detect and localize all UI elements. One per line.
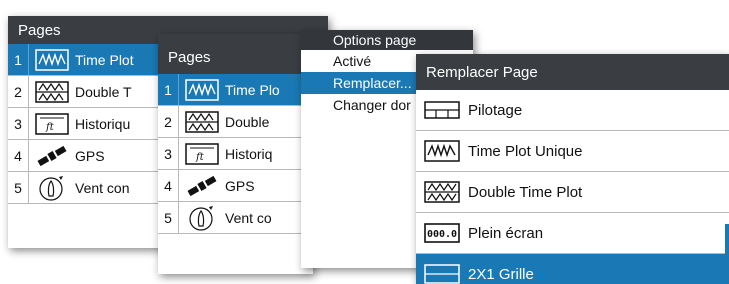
double-time-plot-icon	[179, 106, 225, 137]
item-label: Historiqu	[75, 115, 131, 132]
pages-list-item-2[interactable]: 2 Double	[158, 106, 313, 138]
time-plot-icon	[29, 44, 75, 75]
replace-item-grid-2x1[interactable]: 2X1 Grille	[416, 254, 729, 284]
item-label: Pilotage	[468, 101, 523, 119]
item-label: Double T	[75, 83, 132, 100]
svg-text:ft: ft	[195, 152, 205, 163]
wind-boat-icon	[29, 172, 75, 203]
satellite-icon	[29, 140, 75, 171]
replace-scrollbar[interactable]	[725, 224, 729, 260]
grid-2x1-icon	[416, 254, 468, 284]
replace-item-double-time-plot[interactable]: Double Time Plot	[416, 172, 729, 213]
item-label: Time Plot	[75, 51, 134, 68]
pages-list-item-3[interactable]: 3 ft Historiq	[158, 138, 313, 170]
pages-list-item-5[interactable]: 5 Vent co	[158, 202, 313, 234]
replace-item-pilot[interactable]: Pilotage	[416, 90, 729, 131]
item-number: 5	[158, 202, 179, 233]
item-label: 2X1 Grille	[468, 265, 534, 283]
svg-text:ft: ft	[45, 122, 55, 133]
item-number: 5	[8, 172, 29, 203]
item-label: Vent co	[225, 209, 272, 226]
item-number: 2	[158, 106, 179, 137]
item-label: Time Plo	[225, 81, 280, 98]
item-label: GPS	[225, 177, 255, 194]
replace-item-time-plot-unique[interactable]: Time Plot Unique	[416, 131, 729, 172]
pilot-icon	[416, 90, 468, 130]
history-icon: ft	[29, 108, 75, 139]
pages-list-item-1[interactable]: 1 Time Plo	[158, 74, 313, 106]
item-label: Plein écran	[468, 224, 544, 242]
item-number: 3	[8, 108, 29, 139]
options-menu-title: Options page	[301, 30, 473, 50]
replace-page-panel: Remplacer Page Pilotage Time Plot Unique…	[416, 54, 729, 284]
digital-icon-text: 000.0	[427, 229, 457, 240]
item-label: Double	[225, 113, 270, 130]
double-time-plot-icon	[416, 172, 468, 212]
item-number: 3	[158, 138, 179, 169]
item-number: 4	[8, 140, 29, 171]
item-number: 4	[158, 170, 179, 201]
pages-panel-front: Pages 1 Time Plo 2 Double 3 ft Historiq …	[158, 34, 313, 274]
item-label: Double Time Plot	[468, 183, 583, 201]
replace-item-full-screen[interactable]: 000.0 Plein écran	[416, 213, 729, 254]
pages-list-item-4[interactable]: 4 GPS	[158, 170, 313, 202]
replace-panel-title: Remplacer Page	[416, 54, 729, 90]
item-label: Historiq	[225, 145, 273, 162]
item-label: Time Plot Unique	[468, 142, 583, 160]
full-screen-digital-icon: 000.0	[416, 213, 468, 253]
item-number: 2	[8, 76, 29, 107]
wind-boat-icon	[179, 202, 225, 233]
item-number: 1	[158, 74, 179, 105]
history-icon: ft	[179, 138, 225, 169]
item-number: 1	[8, 44, 29, 75]
item-label: Vent con	[75, 179, 130, 196]
item-label: GPS	[75, 147, 105, 164]
pages-panel-title: Pages	[158, 34, 313, 74]
double-time-plot-icon	[29, 76, 75, 107]
time-plot-icon	[179, 74, 225, 105]
satellite-icon	[179, 170, 225, 201]
time-plot-icon	[416, 131, 468, 171]
